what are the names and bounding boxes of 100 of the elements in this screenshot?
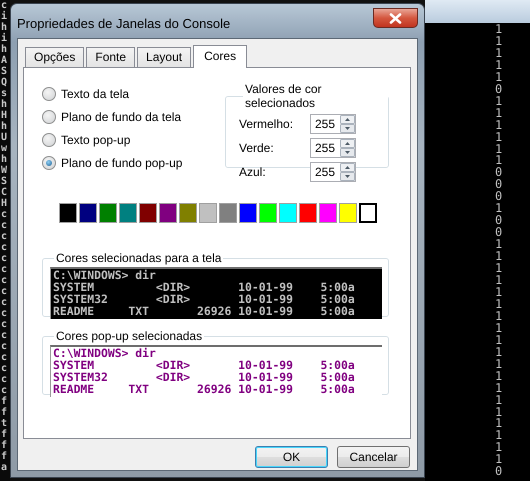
console-text: f <box>0 451 8 462</box>
console-text: H <box>0 198 8 209</box>
color-swatch[interactable] <box>159 203 177 223</box>
preview-text: README TXT 26926 10-01-99 5:00a <box>53 383 356 395</box>
console-text: 1 <box>495 120 502 132</box>
console-text: f <box>0 407 8 418</box>
close-button[interactable] <box>373 8 418 28</box>
preview-text: SYSTEM32 <DIR> 10-01-99 5:00a <box>53 293 356 305</box>
console-text: c <box>0 374 8 385</box>
console-text: i <box>0 11 8 22</box>
preview-text: C:\WINDOWS> dir <box>53 269 157 281</box>
spin-field[interactable]: 255 <box>310 114 356 134</box>
color-swatch[interactable] <box>319 203 337 223</box>
console-text: c <box>0 319 8 330</box>
console-text: t <box>0 418 8 429</box>
console-text: c <box>0 275 8 286</box>
group-title: Cores pop-up selecionadas <box>55 329 204 343</box>
color-swatch[interactable] <box>259 203 277 223</box>
console-text: 1 <box>495 286 502 299</box>
preview-text: SYSTEM32 <DIR> 10-01-99 5:00a <box>53 371 356 383</box>
group-title: Valores de cor selecionados <box>244 82 322 110</box>
console-text: 1 <box>495 263 502 276</box>
console-text: 1 <box>495 251 502 264</box>
color-swatch[interactable] <box>59 203 77 223</box>
console-text: c <box>0 341 8 352</box>
console-text: 1 <box>495 96 502 108</box>
field-label: Verde: <box>239 141 275 155</box>
console-text: h <box>0 154 8 165</box>
console-text: H <box>0 110 8 121</box>
console-text: 0 <box>495 84 502 96</box>
color-swatch[interactable] <box>359 203 377 223</box>
console-text: 1 <box>495 442 502 454</box>
radio-label[interactable]: Plano de fundo da tela <box>61 110 182 124</box>
console-text: 1 <box>495 298 502 311</box>
console-text: c <box>0 209 8 220</box>
console-text: f <box>0 429 8 440</box>
tab[interactable]: Opções <box>25 47 84 67</box>
console-text: 1 <box>495 394 502 406</box>
radio-button[interactable] <box>42 110 56 124</box>
color-swatch[interactable] <box>339 203 357 223</box>
console-text: 1 <box>495 430 502 442</box>
spin-field[interactable]: 255 <box>310 162 356 182</box>
radio-label[interactable]: Plano de fundo pop-up <box>61 156 182 170</box>
color-swatch[interactable] <box>79 203 97 223</box>
color-swatch[interactable] <box>219 203 237 223</box>
tab[interactable]: Layout <box>137 47 192 67</box>
color-swatch[interactable] <box>239 203 257 223</box>
radio-button[interactable] <box>42 87 56 101</box>
spin-arrows-icon[interactable] <box>340 115 355 133</box>
console-text: h <box>0 44 8 55</box>
spin-arrows-icon[interactable] <box>340 139 355 157</box>
console-text: c <box>0 0 8 11</box>
color-swatch[interactable] <box>119 203 137 223</box>
preview-text: C:\WINDOWS> dir <box>53 347 157 359</box>
console-text: 1 <box>495 370 502 383</box>
console-text: h <box>0 99 8 110</box>
console-text: 1 <box>495 310 502 323</box>
spin-arrows-icon[interactable] <box>340 163 355 181</box>
color-swatch[interactable] <box>279 203 297 223</box>
console-text: 0 <box>495 191 502 204</box>
color-swatch[interactable] <box>99 203 117 223</box>
console-text: w <box>0 143 8 154</box>
console-text: 1 <box>495 203 502 216</box>
dialog-button[interactable]: Cancelar <box>337 446 410 468</box>
tab[interactable]: Cores <box>193 45 248 68</box>
color-swatch[interactable] <box>139 203 157 223</box>
console-text: 1 <box>495 406 502 418</box>
window-title: Propriedades de Janelas do Console <box>17 16 230 31</box>
console-text: c <box>0 385 8 396</box>
radio-label[interactable]: Texto da tela <box>61 87 130 101</box>
console-text: c <box>0 264 8 275</box>
console-text: c <box>0 286 8 297</box>
console-text: 0 <box>495 215 502 228</box>
console-text: S <box>0 176 8 187</box>
console-text: 1 <box>495 108 502 120</box>
radio-button[interactable] <box>42 133 56 147</box>
tab[interactable]: Fonte <box>86 47 136 67</box>
color-swatch[interactable] <box>199 203 217 223</box>
console-text: f <box>0 440 8 451</box>
radio-label[interactable]: Texto pop-up <box>61 133 130 147</box>
spin-field[interactable]: 255 <box>310 138 356 158</box>
color-swatch[interactable] <box>179 203 197 223</box>
console-text: Q <box>0 77 8 88</box>
console-text: f <box>0 396 8 407</box>
console-text: 1 <box>495 36 502 48</box>
field-label: Azul: <box>239 165 267 179</box>
dialog-button[interactable]: OK <box>255 446 328 468</box>
color-swatch[interactable] <box>299 203 317 223</box>
radio-button[interactable] <box>42 156 56 170</box>
console-text: c <box>0 363 8 374</box>
console-text: c <box>0 253 8 264</box>
console-text: A <box>0 55 8 66</box>
console-text: s <box>0 88 8 99</box>
console-text: 1 <box>495 239 502 252</box>
console-text: h <box>0 121 8 132</box>
console-text: 1 <box>495 144 502 156</box>
console-text: 1 <box>495 358 502 371</box>
console-text: c <box>0 352 8 363</box>
console-text: U <box>0 132 8 143</box>
console-text: i <box>0 33 8 44</box>
